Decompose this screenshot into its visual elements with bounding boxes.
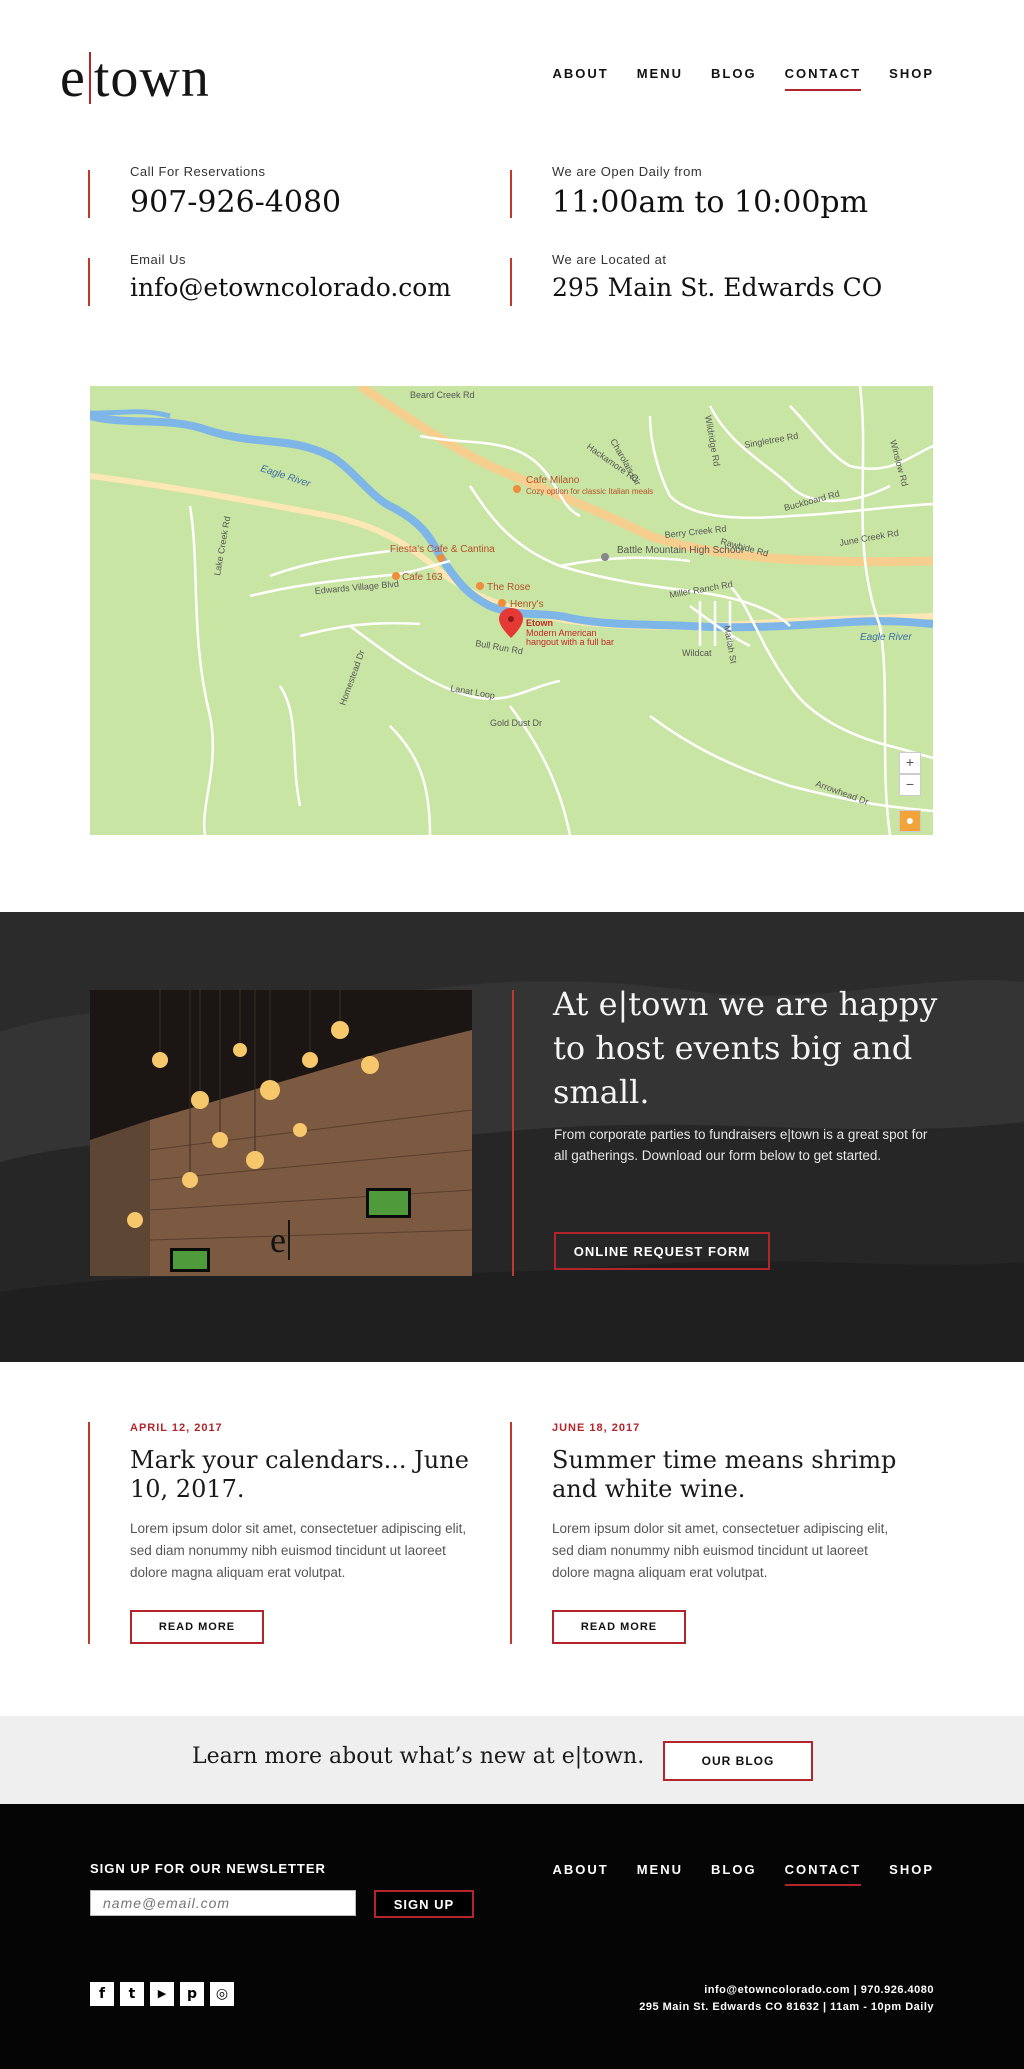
map-place-label: Battle Mountain High School [617,545,743,556]
map-place-label: Cafe 163 [402,572,443,583]
etown-logo[interactable]: e town [60,48,210,108]
footer-nav-contact[interactable]: CONTACT [784,1862,862,1886]
map-canvas: Beard Creek Rd Hackamore Rd Charolais Ci… [90,386,933,835]
news-excerpt: Lorem ipsum dolor sit amet, consectetuer… [552,1521,889,1580]
map-place-label: The Rose [487,582,531,593]
footer-contact-line: info@etowncolorado.com | 970.926.4080 [704,1984,934,1996]
marker-sub: hangout with a full bar [526,637,614,647]
main-nav: ABOUT MENU BLOG CONTACT SHOP [553,66,935,91]
events-section: e At e|town we are happy to host events … [0,912,1024,1362]
email-link[interactable]: info@etowncolorado.com [130,273,490,302]
marker-label: Etown [526,618,553,628]
map-place-label: Fiesta's Cafe & Cantina [390,544,495,555]
location-address: 295 Main St. Edwards CO [552,273,883,302]
news-date: JUNE 18, 2017 [552,1422,641,1434]
our-blog-button[interactable]: OUR BLOG [663,1741,813,1781]
location-label: We are Located at [552,252,667,267]
location-info: We are Located at 295 Main St. Edwards C… [510,252,912,306]
restaurant-icon[interactable] [476,582,484,590]
map-road-label: Beard Creek Rd [410,390,475,400]
nav-shop[interactable]: SHOP [889,66,934,91]
nav-blog[interactable]: BLOG [711,66,757,91]
hours-info: We are Open Daily from 11:00am to 10:00p… [510,164,912,220]
school-icon[interactable] [601,553,609,561]
nav-menu[interactable]: MENU [637,66,683,91]
facebook-icon[interactable]: f [90,1982,114,2006]
nav-about[interactable]: ABOUT [553,66,609,91]
news-title[interactable]: Mark your calendars... June 10, 2017. [130,1446,510,1504]
newsletter-label: SIGN UP FOR OUR NEWSLETTER [90,1861,326,1876]
reservations-info: Call For Reservations 907-926-4080 [88,164,490,220]
events-heading: At e|town we are happy to host events bi… [553,985,938,1111]
zoom-out-button[interactable]: − [899,774,921,796]
read-more-button[interactable]: READ MORE [552,1610,686,1644]
interior-image: e [90,990,472,1276]
read-more-button[interactable]: READ MORE [130,1610,264,1644]
map-road-label: Wildcat [682,648,712,658]
restaurant-icon[interactable] [437,554,445,562]
site-header: e town ABOUT MENU BLOG CONTACT SHOP [0,0,1024,140]
news-excerpt: Lorem ipsum dolor sit amet, consectetuer… [130,1521,467,1580]
restaurant-icon[interactable] [498,599,506,607]
nav-contact[interactable]: CONTACT [784,66,862,91]
blog-cta-band: Learn more about what’s new at e|town. O… [0,1716,1024,1804]
map-water-label: Eagle River [860,632,912,643]
footer-nav: ABOUT MENU BLOG CONTACT SHOP [553,1862,935,1886]
footer-nav-blog[interactable]: BLOG [711,1862,757,1886]
site-footer: SIGN UP FOR OUR NEWSLETTER SIGN UP ABOUT… [0,1804,1024,2069]
svg-text:e: e [270,1220,286,1260]
news-date: APRIL 12, 2017 [130,1422,223,1434]
reservations-label: Call For Reservations [130,164,266,179]
map-place-sub: Cozy option for classic Italian meals [526,487,653,496]
restaurant-icon[interactable] [513,485,521,493]
email-label: Email Us [130,252,187,267]
sign-up-button[interactable]: SIGN UP [374,1890,474,1918]
location-map[interactable]: Beard Creek Rd Hackamore Rd Charolais Ci… [90,386,933,835]
logo-bar [88,52,91,104]
reservations-phone[interactable]: 907-926-4080 [130,185,490,220]
newsletter-email-input[interactable] [90,1890,356,1916]
email-info: Email Us info@etowncolorado.com [88,252,490,306]
hours-value: 11:00am to 10:00pm [552,185,869,220]
footer-address-line: 295 Main St. Edwards CO 81632 | 11am - 1… [639,2001,934,2013]
events-divider [512,990,514,1276]
map-place-label: Cafe Milano [526,475,580,486]
street-view-icon[interactable]: ● [899,810,921,832]
news-title[interactable]: Summer time means shrimp and white wine. [552,1446,932,1504]
footer-nav-shop[interactable]: SHOP [889,1862,934,1886]
news-card: JUNE 18, 2017 Summer time means shrimp a… [510,1422,932,1644]
social-links: f t ▶ p ◎ [90,1982,234,2006]
twitter-icon[interactable]: t [120,1982,144,2006]
hours-label: We are Open Daily from [552,164,703,179]
online-request-form-button[interactable]: ONLINE REQUEST FORM [554,1232,770,1270]
restaurant-icon[interactable] [392,572,400,580]
pinterest-icon[interactable]: p [180,1982,204,2006]
events-description: From corporate parties to fundraisers e|… [554,1127,928,1163]
zoom-in-button[interactable]: + [899,752,921,774]
blog-cta-text: Learn more about what’s new at e|town. [192,1744,645,1769]
instagram-icon[interactable]: ◎ [210,1982,234,2006]
restaurant-photo: e [90,990,472,1276]
map-place-label: Henry's [510,599,544,610]
footer-nav-menu[interactable]: MENU [637,1862,683,1886]
youtube-icon[interactable]: ▶ [150,1982,174,2006]
footer-nav-about[interactable]: ABOUT [553,1862,609,1886]
news-card: APRIL 12, 2017 Mark your calendars... Ju… [88,1422,510,1644]
map-road-label: Gold Dust Dr [490,718,542,728]
